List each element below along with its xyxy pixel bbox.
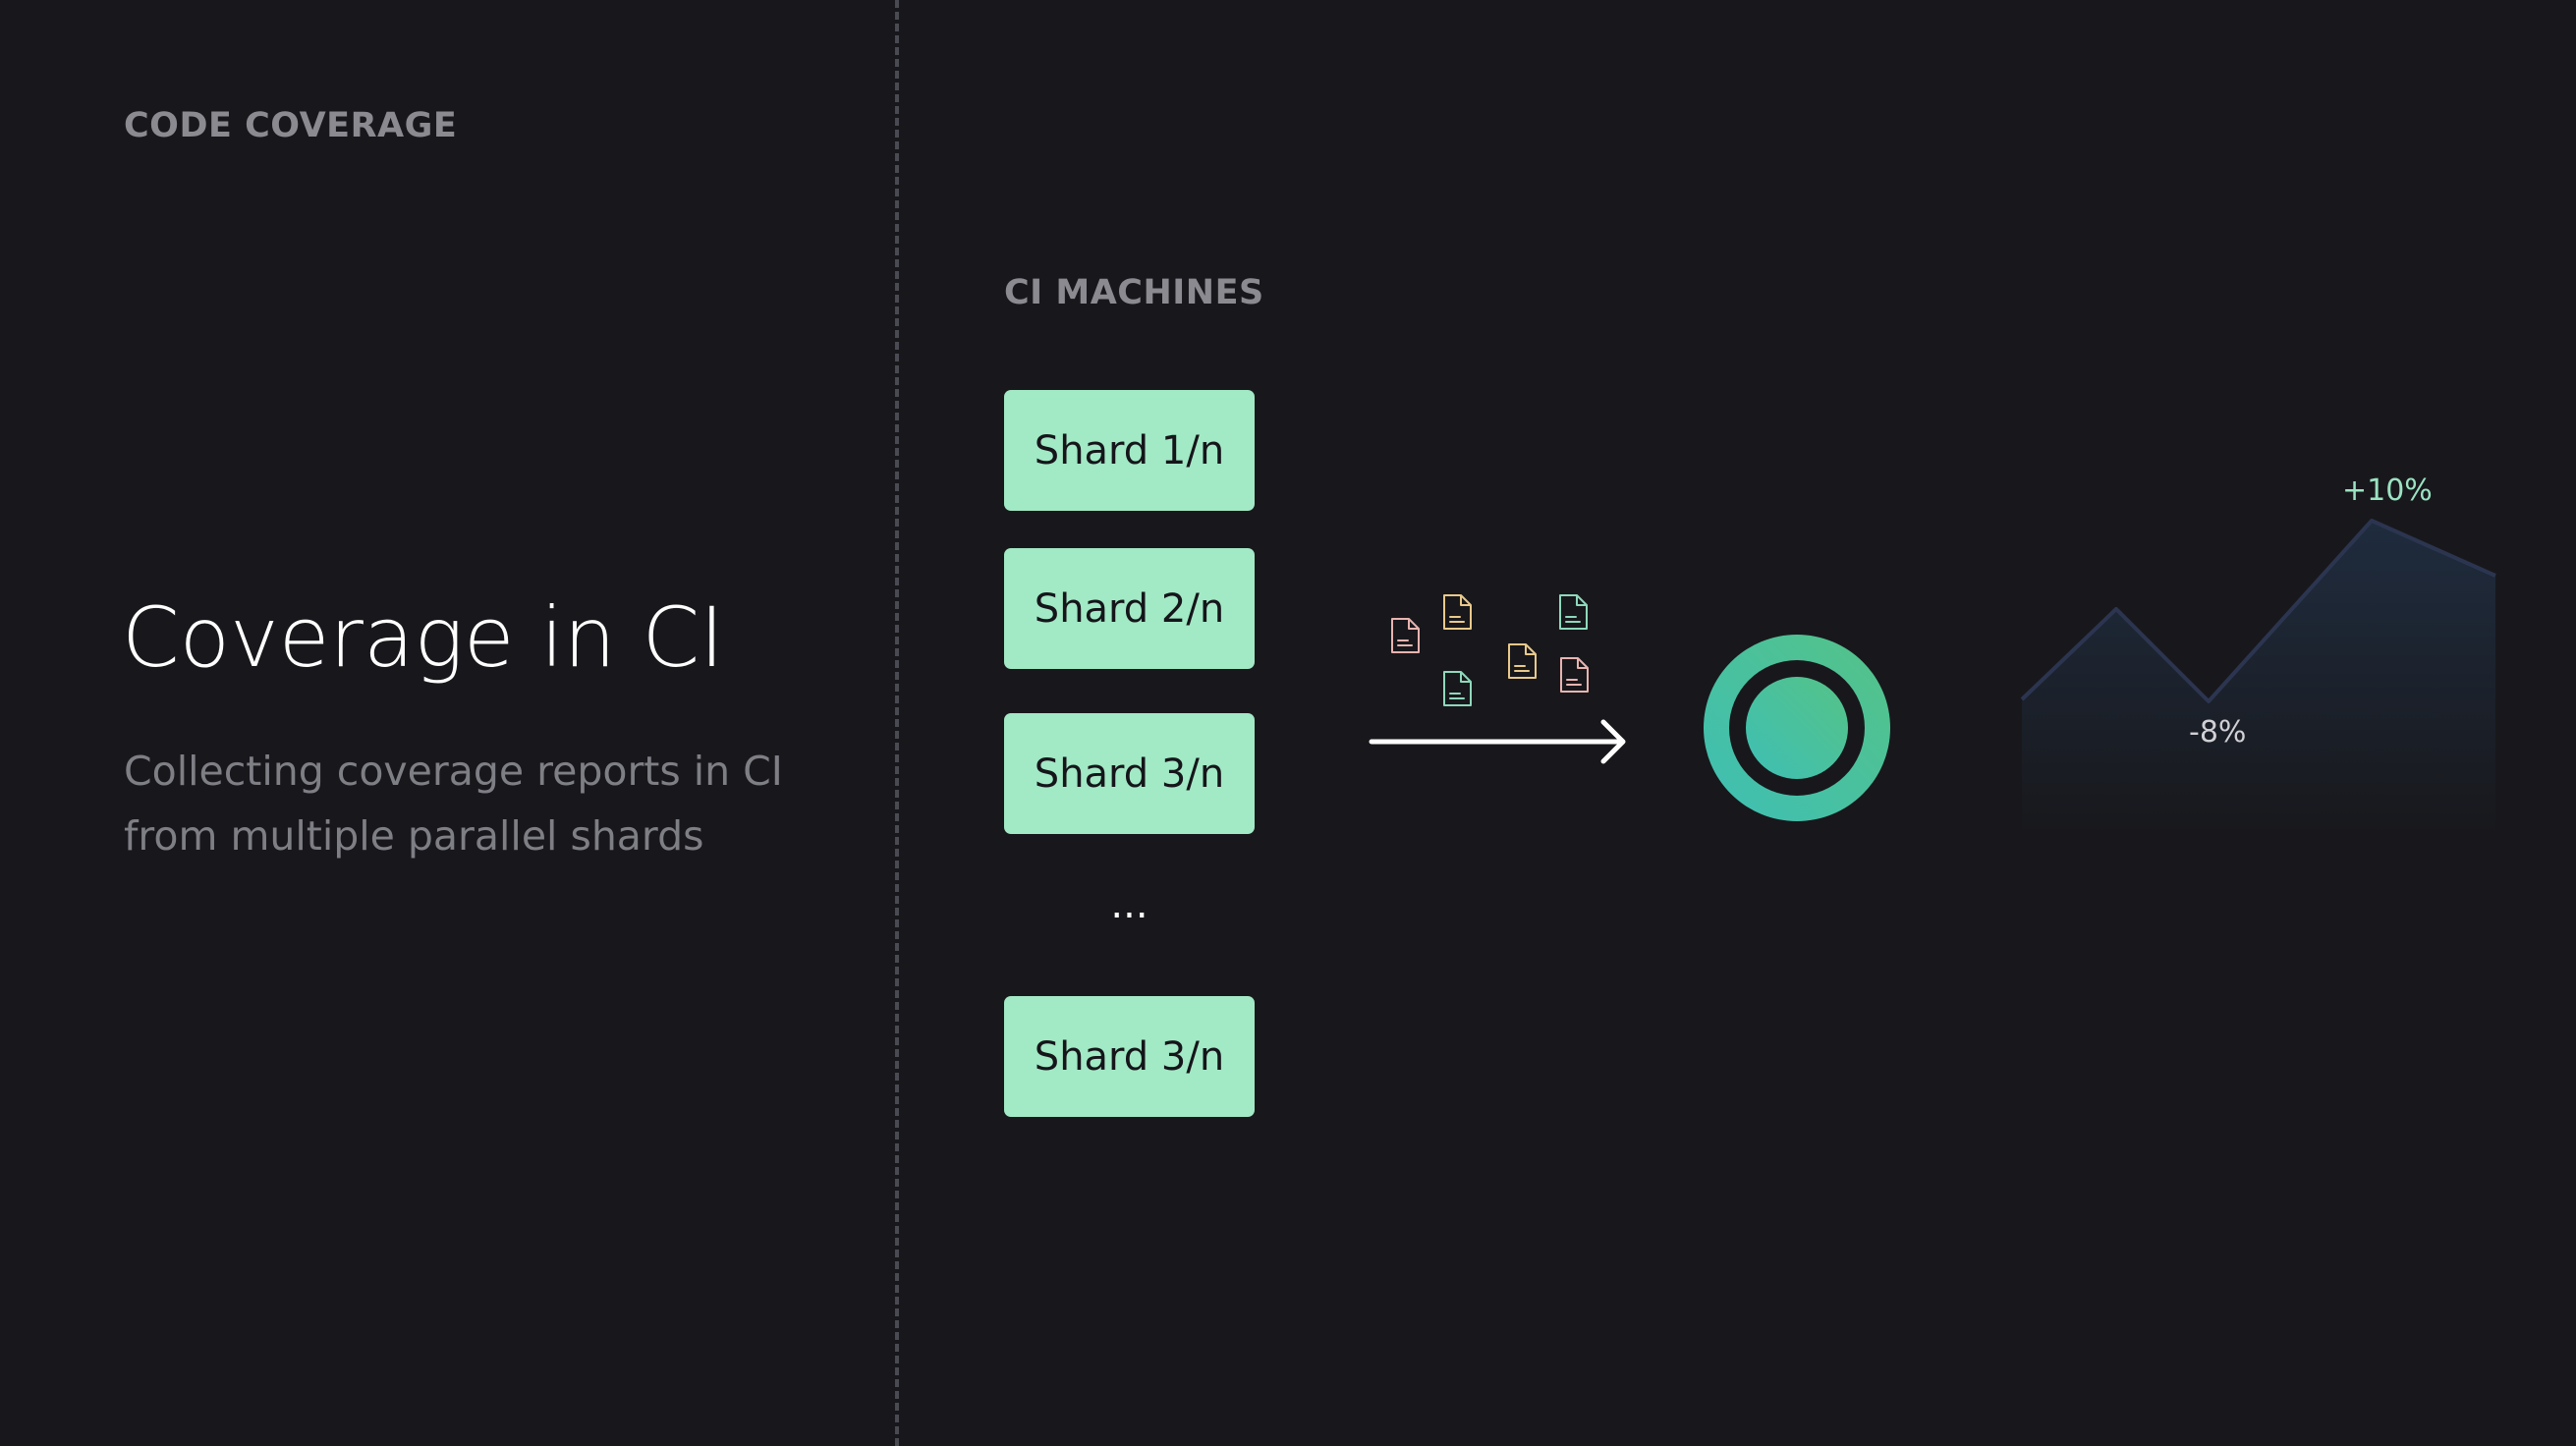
trend-dip-label: -8%	[2189, 715, 2247, 750]
slide: CODE COVERAGE Coverage in CI Collecting …	[0, 0, 2576, 1446]
trend-peak-label: +10%	[2342, 473, 2433, 508]
trend-area	[2022, 521, 2495, 835]
flow-arrow	[1369, 719, 1626, 764]
coverage-ring-icon	[1704, 635, 1890, 821]
coverage-trend-chart	[2020, 519, 2496, 835]
